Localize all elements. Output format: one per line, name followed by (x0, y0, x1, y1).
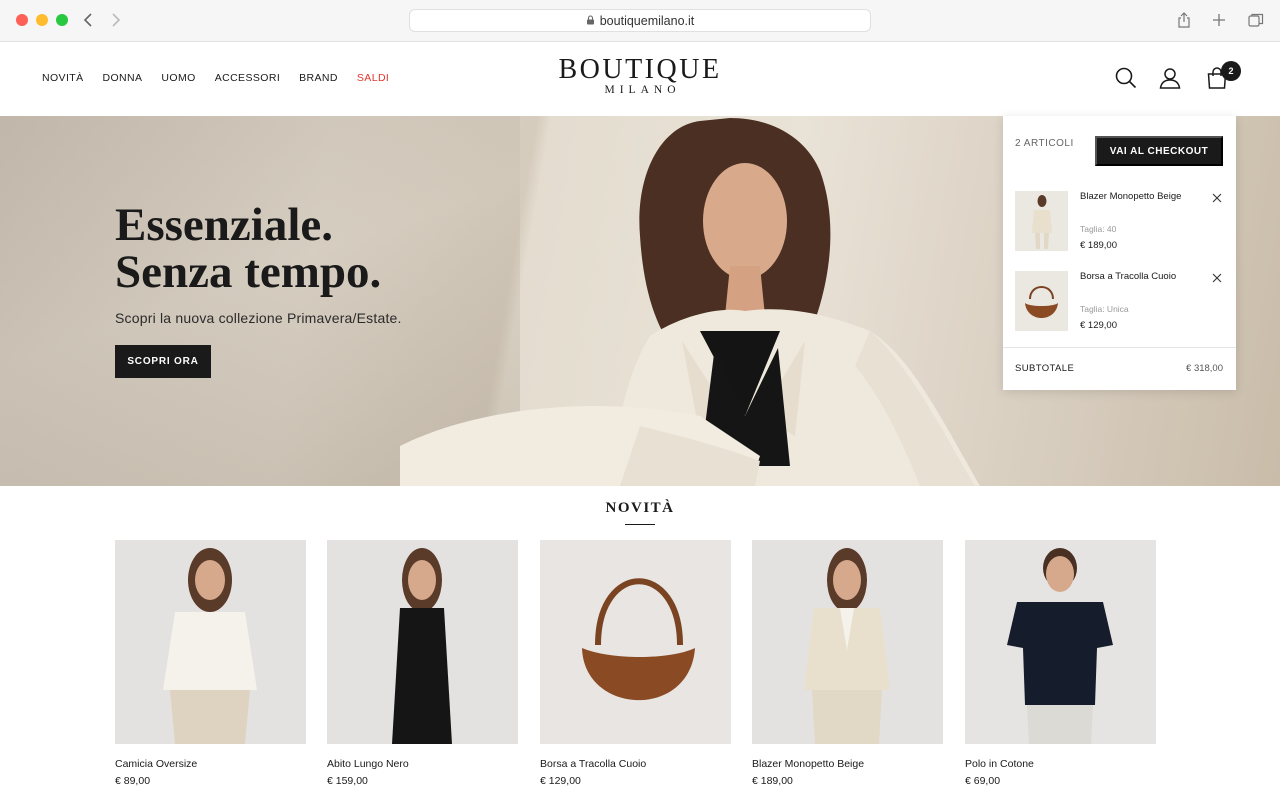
nav-item-novita[interactable]: NOVITÀ (42, 72, 84, 84)
browser-toolbar: boutiquemilano.it (0, 0, 1280, 42)
site-logo[interactable]: BOUTIQUE MILANO (540, 54, 740, 96)
cart-item-name[interactable]: Borsa a Tracolla Cuoio (1080, 271, 1190, 283)
cart-item-count: 2 ARTICOLI (1015, 138, 1074, 149)
share-icon[interactable] (1175, 11, 1193, 29)
hero-headline-line1: Essenziale. (115, 199, 334, 251)
address-bar[interactable]: boutiquemilano.it (409, 9, 871, 32)
nav-item-saldi[interactable]: SALDI (357, 72, 389, 84)
product-card[interactable]: Camicia Oversize € 89,00 (115, 540, 306, 790)
cart-item-price: € 189,00 (1080, 240, 1117, 251)
maximize-window-button[interactable] (56, 14, 68, 26)
cart-count-badge: 2 (1221, 61, 1241, 81)
divider (625, 524, 655, 525)
product-name[interactable]: Borsa a Tracolla Cuoio (540, 758, 646, 770)
cart-item-thumbnail[interactable] (1015, 191, 1068, 251)
product-price: € 159,00 (327, 775, 368, 787)
hero-headline-line2: Senza tempo. (115, 246, 382, 298)
product-price: € 189,00 (752, 775, 793, 787)
remove-item-icon[interactable] (1210, 271, 1224, 285)
main-navigation: NOVITÀ DONNA UOMO ACCESSORI BRAND SALDI (42, 72, 408, 84)
product-name[interactable]: Camicia Oversize (115, 758, 197, 770)
close-window-button[interactable] (16, 14, 28, 26)
cart-item[interactable]: Blazer Monopetto Beige Taglia: 40 € 189,… (1015, 191, 1225, 253)
hero-model-image (400, 118, 980, 486)
url-text: boutiquemilano.it (599, 13, 695, 28)
nav-item-donna[interactable]: DONNA (103, 72, 143, 84)
tab-overview-icon[interactable] (1247, 11, 1265, 29)
lock-icon (586, 14, 595, 28)
account-icon[interactable] (1158, 66, 1182, 90)
window-controls (16, 14, 68, 26)
product-name[interactable]: Blazer Monopetto Beige (752, 758, 864, 770)
product-image[interactable] (327, 540, 518, 744)
product-card[interactable]: Blazer Monopetto Beige € 189,00 (752, 540, 943, 790)
product-image[interactable] (965, 540, 1156, 744)
cart-item-size: Taglia: Unica (1080, 304, 1129, 314)
remove-item-icon[interactable] (1210, 191, 1224, 205)
product-price: € 89,00 (115, 775, 151, 787)
product-image[interactable] (752, 540, 943, 744)
discover-now-button[interactable]: SCOPRI ORA (115, 345, 211, 378)
product-image[interactable] (115, 540, 306, 744)
product-price: € 69,00 (965, 775, 1001, 787)
product-name[interactable]: Abito Lungo Nero (327, 758, 409, 770)
cart-item-size: Taglia: 40 (1080, 224, 1117, 234)
minimize-window-button[interactable] (36, 14, 48, 26)
new-tab-icon[interactable] (1210, 11, 1228, 29)
cart-item-thumbnail[interactable] (1015, 271, 1068, 331)
cart-item-price: € 129,00 (1080, 320, 1117, 331)
hero-headline: Essenziale. Senza tempo. (115, 202, 381, 296)
product-image[interactable] (540, 540, 731, 744)
subtotal-value: € 318,00 (1186, 363, 1223, 374)
subtotal-label: SUBTOTALE (1015, 363, 1075, 374)
search-icon[interactable] (1114, 66, 1138, 90)
cart-item[interactable]: Borsa a Tracolla Cuoio Taglia: Unica € 1… (1015, 271, 1225, 333)
checkout-button[interactable]: VAI AL CHECKOUT (1095, 136, 1223, 166)
product-price: € 129,00 (540, 775, 581, 787)
product-card[interactable]: Borsa a Tracolla Cuoio € 129,00 (540, 540, 731, 790)
product-card[interactable]: Polo in Cotone € 69,00 (965, 540, 1156, 790)
section-title-novita: NOVITÀ (605, 500, 675, 516)
cart-item-name[interactable]: Blazer Monopetto Beige (1080, 191, 1190, 203)
nav-item-accessori[interactable]: ACCESSORI (215, 72, 280, 84)
site-header: NOVITÀ DONNA UOMO ACCESSORI BRAND SALDI … (0, 42, 1280, 116)
nav-item-uomo[interactable]: UOMO (161, 72, 195, 84)
product-card[interactable]: Abito Lungo Nero € 159,00 (327, 540, 518, 790)
back-icon[interactable] (78, 10, 98, 30)
mini-cart-dropdown: 2 ARTICOLI VAI AL CHECKOUT Blazer Monope… (1003, 116, 1236, 390)
logo-wordmark: BOUTIQUE (558, 54, 722, 85)
divider (1003, 347, 1236, 348)
forward-icon[interactable] (106, 10, 126, 30)
nav-item-brand[interactable]: BRAND (299, 72, 338, 84)
hero-subtitle: Scopri la nuova collezione Primavera/Est… (115, 310, 402, 326)
product-name[interactable]: Polo in Cotone (965, 758, 1034, 770)
